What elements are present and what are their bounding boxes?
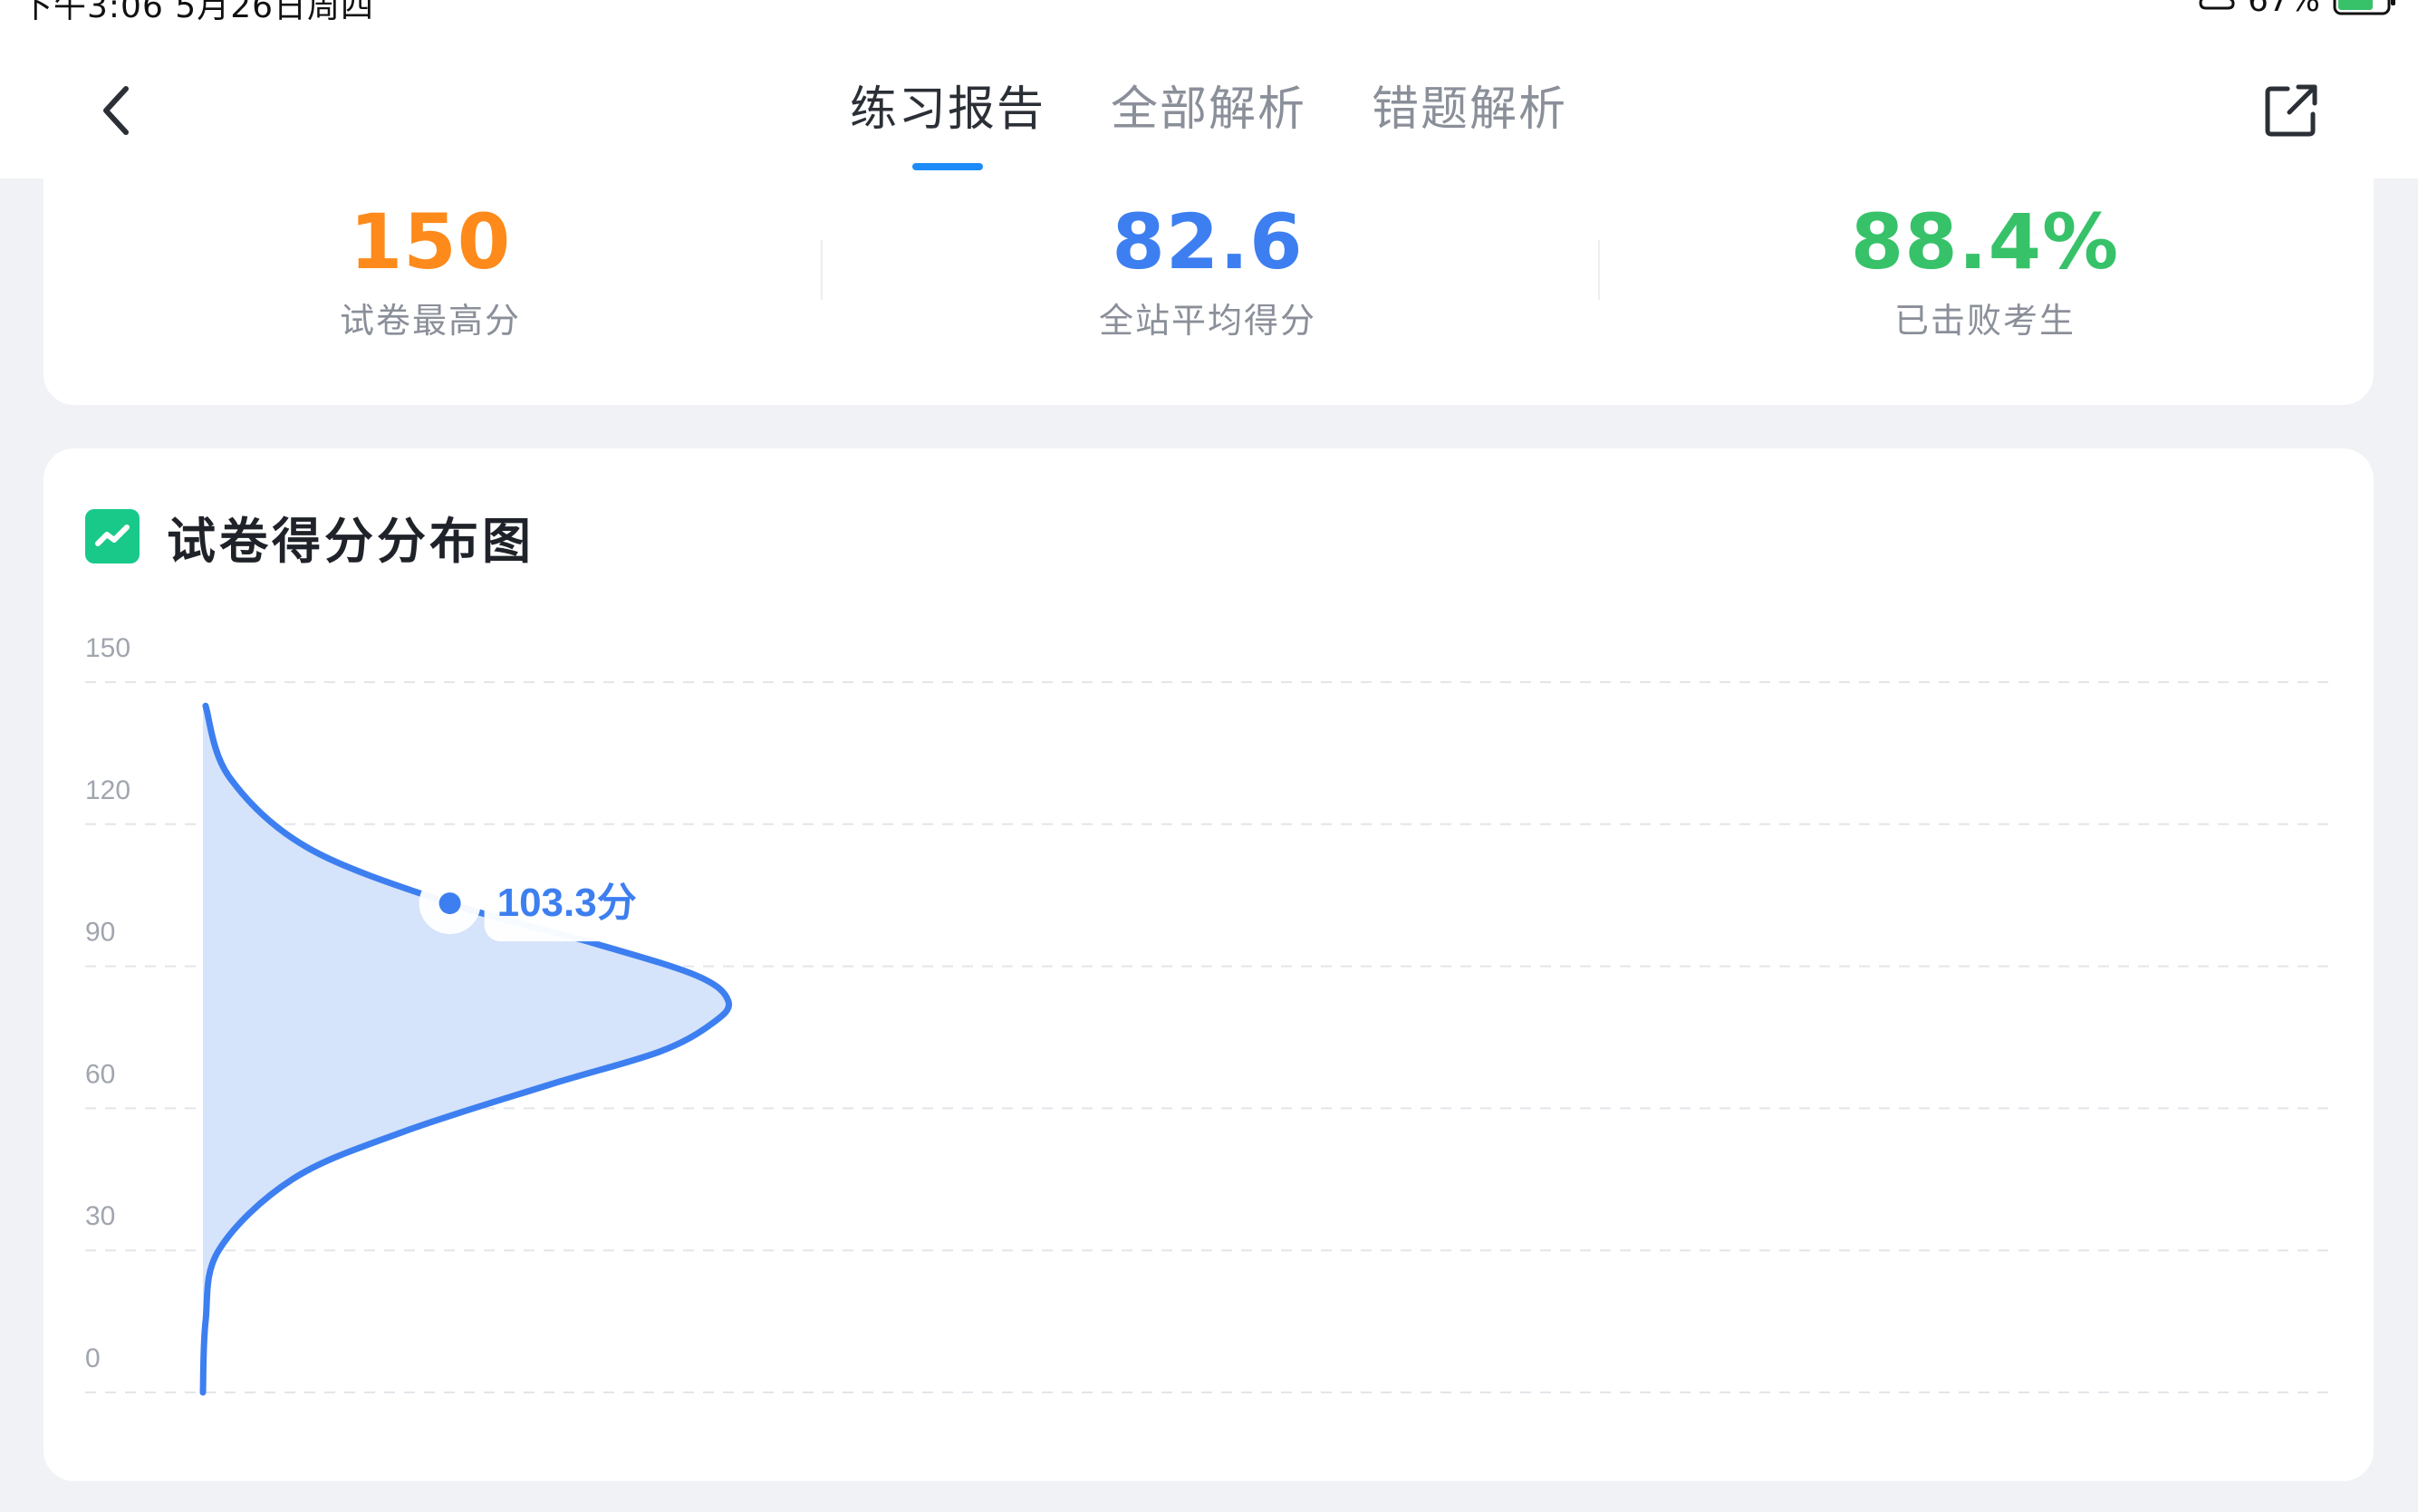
stat-label: 试卷最高分 xyxy=(339,301,521,341)
status-time: 下午3:06 5月26日周四 xyxy=(20,0,374,20)
share-button[interactable] xyxy=(2255,74,2327,147)
active-tab-indicator xyxy=(912,163,983,170)
stat-label: 已击败考生 xyxy=(1893,301,2076,341)
y-tick-label: 0 xyxy=(85,1343,101,1373)
status-bar: 下午3:06 5月26日周四 67% xyxy=(0,0,2418,20)
stat-label: 全站平均得分 xyxy=(1098,301,1316,341)
tab-practice-report[interactable]: 练习报告 xyxy=(850,71,1045,137)
y-tick-label: 90 xyxy=(85,918,115,948)
y-tick-label: 30 xyxy=(85,1201,115,1231)
cloud-icon xyxy=(2199,0,2235,10)
y-tick-label: 60 xyxy=(85,1059,115,1089)
y-tick-label: 150 xyxy=(85,633,130,663)
top-navbar: 练习报告 全部解析 错题解析 xyxy=(0,20,2418,178)
stat-value: 88.4% xyxy=(1850,197,2120,286)
stat-divider xyxy=(1598,240,1600,300)
distribution-area xyxy=(203,706,729,1392)
stat-highest-score: 150 试卷最高分 xyxy=(159,197,702,342)
distribution-chart: 0 30 60 90 120 150 103.3分 xyxy=(85,633,2331,1396)
tab-wrong-analysis[interactable]: 错题解析 xyxy=(1372,71,1567,137)
stat-value: 150 xyxy=(349,197,512,286)
battery-icon xyxy=(2333,0,2395,15)
report-tabs: 练习报告 全部解析 错题解析 xyxy=(0,20,2418,178)
battery-percent: 67% xyxy=(2247,0,2320,19)
stat-beaten-percent: 88.4% 已击败考生 xyxy=(1713,197,2257,342)
score-marker-label: 103.3分 xyxy=(497,881,637,925)
stat-divider xyxy=(821,240,823,300)
stat-average-score: 82.6 全站平均得分 xyxy=(936,197,1479,342)
stat-value: 82.6 xyxy=(1112,197,1304,286)
score-marker-dot xyxy=(438,892,461,915)
tab-all-analysis[interactable]: 全部解析 xyxy=(1111,71,1306,137)
status-indicators: 67% xyxy=(2199,0,2398,20)
score-distribution-card: 试卷得分分布图 0 30 60 90 120 150 103.3分 xyxy=(43,448,2374,1481)
stats-card: 150 试卷最高分 82.6 全站平均得分 88.4% 已击败考生 xyxy=(43,178,2374,405)
share-icon xyxy=(2265,84,2317,137)
y-tick-label: 120 xyxy=(85,775,130,805)
